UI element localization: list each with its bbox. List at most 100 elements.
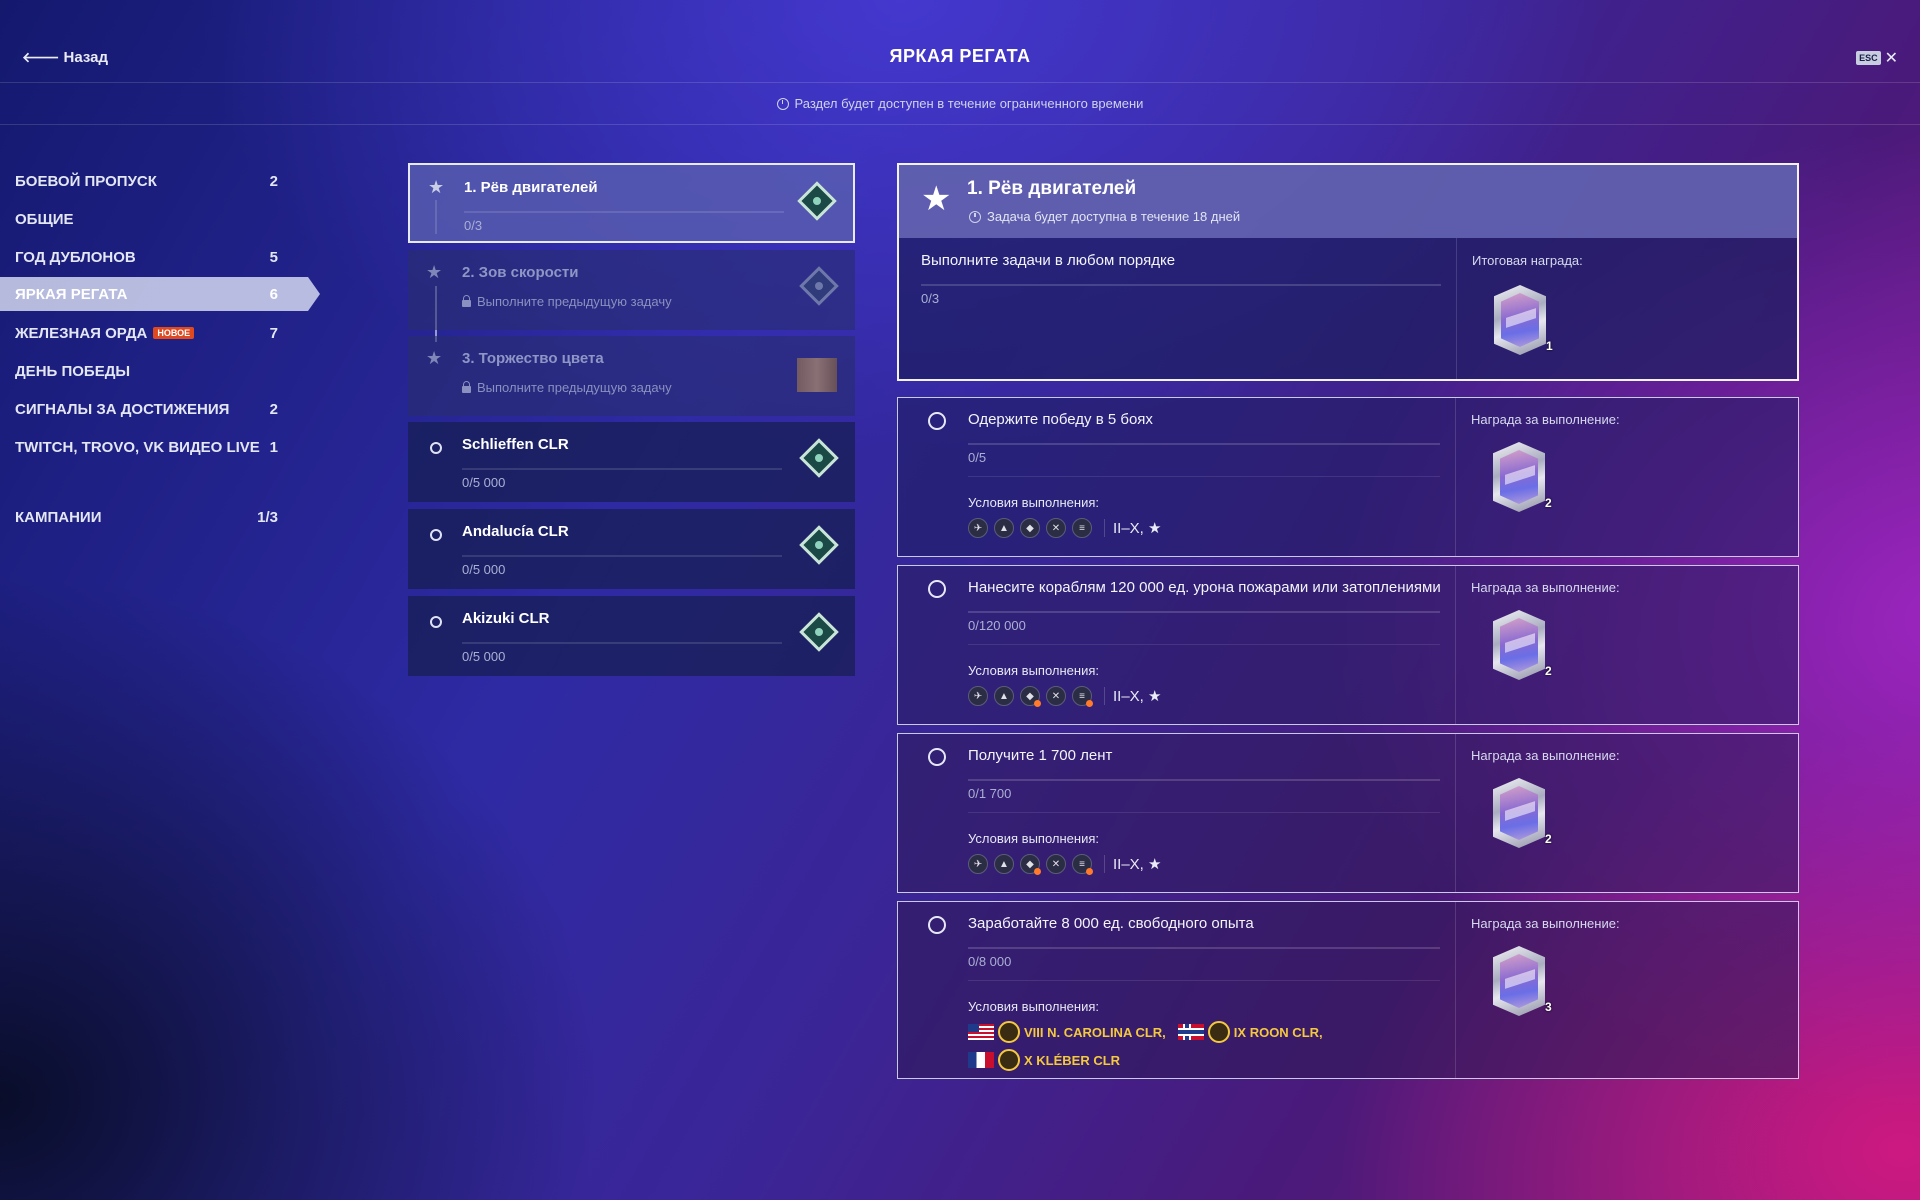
column-divider	[1456, 238, 1457, 381]
reward-token: 2	[1493, 778, 1552, 850]
task-card-schlieffen[interactable]: Schlieffen CLR 0/5 000	[408, 422, 855, 502]
diamond-icon	[797, 181, 837, 221]
submarine-icon: ≡	[1072, 518, 1092, 538]
task-card-akizuki[interactable]: Akizuki CLR 0/5 000	[408, 596, 855, 676]
objective-card: Нанесите кораблям 120 000 ед. урона пожа…	[897, 565, 1799, 725]
circle-icon	[928, 916, 946, 934]
diamond-icon	[799, 266, 839, 306]
task-locked-note: Выполните предыдущую задачу	[462, 294, 672, 309]
conditions-label: Условия выполнения:	[968, 663, 1099, 678]
sidebar-item-iron-horde[interactable]: ЖЕЛЕЗНАЯ ОРДА НОВОЕ 7	[0, 316, 300, 350]
task-progress-bar	[462, 642, 782, 644]
lock-icon	[462, 295, 471, 307]
objective-divider	[968, 980, 1440, 981]
battleship-icon: ▲	[994, 518, 1014, 538]
sidebar-item-bright-regatta[interactable]: ЯРКАЯ РЕГАТА 6	[0, 277, 320, 311]
task-progress-bar	[464, 211, 784, 213]
task-progress-text: 0/5 000	[462, 649, 506, 664]
ship-name: VIII N. CAROLINA CLR,	[1024, 1024, 1166, 1040]
diamond-icon	[799, 525, 839, 565]
objective-progress-bar	[968, 947, 1440, 949]
sidebar-item-battle-pass[interactable]: БОЕВОЙ ПРОПУСК 2	[0, 164, 300, 198]
battleship-icon: ▲	[994, 854, 1014, 874]
task-name: Schlieffen CLR	[462, 436, 569, 453]
sidebar-item-label: ЖЕЛЕЗНАЯ ОРДА	[15, 324, 148, 342]
objective-divider	[968, 476, 1440, 477]
sidebar-item-label: СИГНАЛЫ ЗА ДОСТИЖЕНИЯ	[15, 400, 230, 418]
sidebar-item-count: 7	[269, 324, 278, 342]
column-divider	[1455, 566, 1456, 724]
task-card-color-triumph[interactable]: ★ 3. Торжество цвета Выполните предыдущу…	[408, 336, 855, 416]
destroyer-icon: ✕	[1046, 518, 1066, 538]
sidebar-item-campaigns[interactable]: КАМПАНИИ 1/3	[0, 500, 300, 534]
sidebar-item-label: ОБЩИЕ	[15, 210, 74, 228]
sidebar-item-label: TWITCH, TROVO, VK ВИДЕО LIVE	[15, 438, 260, 456]
reward-label: Награда за выполнение:	[1471, 412, 1620, 427]
diamond-icon	[799, 438, 839, 478]
reward-token: 2	[1493, 442, 1552, 514]
circle-icon	[430, 616, 442, 628]
close-icon: ✕	[1884, 50, 1898, 67]
task-progress-text: 0/3	[921, 291, 940, 306]
task-detail-title: 1. Рёв двигателей	[967, 178, 1137, 199]
sidebar-item-label: КАМПАНИИ	[15, 508, 102, 526]
sidebar-item-label: БОЕВОЙ ПРОПУСК	[15, 172, 157, 190]
submarine-icon: ≡	[1072, 686, 1093, 707]
objective-divider	[968, 644, 1440, 645]
reward-token: 1	[1494, 285, 1553, 357]
objective-title: Получите 1 700 лент	[968, 747, 1113, 764]
notice-divider	[0, 124, 1920, 125]
conditions-row: ✈ ▲ ◆ ✕ ≡ II–X, ★	[968, 854, 1161, 875]
reward-count: 2	[1545, 832, 1552, 846]
us-flag-icon	[968, 1024, 994, 1040]
reward-label: Награда за выполнение:	[1471, 916, 1620, 931]
objective-progress-text: 0/8 000	[968, 954, 1012, 969]
close-button[interactable]: ESC ✕	[1856, 48, 1898, 68]
column-divider	[1455, 902, 1456, 1078]
circle-icon	[430, 442, 442, 454]
sidebar-item-doubloon-year[interactable]: ГОД ДУБЛОНОВ 5	[0, 240, 300, 274]
reward-label: Награда за выполнение:	[1471, 748, 1620, 763]
sidebar-item-general[interactable]: ОБЩИЕ	[0, 202, 300, 236]
reward-count: 1	[1546, 339, 1553, 353]
task-name: Andalucía CLR	[462, 523, 569, 540]
objective-title: Заработайте 8 000 ед. свободного опыта	[968, 915, 1254, 932]
sidebar-item-victory-day[interactable]: ДЕНЬ ПОБЕДЫ	[0, 354, 300, 388]
objective-title: Одержите победу в 5 боях	[968, 411, 1153, 428]
task-locked-text: Выполните предыдущую задачу	[477, 380, 672, 395]
time-notice: Раздел будет доступен в течение ограниче…	[0, 96, 1920, 111]
header-divider	[0, 82, 1920, 83]
clock-icon	[969, 211, 981, 223]
task-progress-text: 0/3	[464, 218, 483, 233]
sidebar-item-label: ГОД ДУБЛОНОВ	[15, 248, 136, 266]
reward-label: Награда за выполнение:	[1471, 580, 1620, 595]
task-name: Akizuki CLR	[462, 610, 550, 627]
reward-count: 2	[1545, 496, 1552, 510]
task-detail-subtitle: Задача будет доступна в течение 18 дней	[969, 209, 1240, 224]
conditions-label: Условия выполнения:	[968, 999, 1099, 1014]
submarine-icon: ≡	[1072, 854, 1093, 875]
task-progress-bar	[921, 284, 1441, 286]
sidebar-item-count: 2	[269, 172, 278, 190]
star-icon: ★	[921, 180, 952, 218]
reward-token: 2	[1493, 610, 1552, 682]
cruiser-icon: ◆	[1020, 854, 1041, 875]
destroyer-icon: ✕	[1046, 854, 1066, 874]
clock-icon	[776, 98, 789, 110]
star-icon: ★	[428, 177, 445, 197]
task-instruction: Выполните задачи в любом порядке	[921, 252, 1176, 269]
task-name: 1. Рёв двигателей	[464, 179, 598, 196]
task-card-andalucia[interactable]: Andalucía CLR 0/5 000	[408, 509, 855, 589]
task-card-call-of-speed[interactable]: ★ 2. Зов скорости Выполните предыдущую з…	[408, 250, 855, 330]
task-detail-card: ★ 1. Рёв двигателей Задача будет доступн…	[897, 163, 1799, 381]
ship-condition-row: X KLÉBER CLR	[968, 1049, 1120, 1071]
objective-title: Нанесите кораблям 120 000 ед. урона пожа…	[968, 579, 1441, 596]
battleship-icon: ▲	[994, 686, 1014, 706]
sidebar-item-achievement-signals[interactable]: СИГНАЛЫ ЗА ДОСТИЖЕНИЯ 2	[0, 392, 300, 426]
column-divider	[1455, 734, 1456, 892]
destroyer-icon: ✕	[1046, 686, 1066, 706]
objective-divider	[968, 812, 1440, 813]
sidebar-item-streaming[interactable]: TWITCH, TROVO, VK ВИДЕО LIVE 1	[0, 430, 300, 464]
task-name: 2. Зов скорости	[462, 264, 579, 281]
task-card-engine-roar[interactable]: ★ 1. Рёв двигателей 0/3	[408, 163, 855, 243]
